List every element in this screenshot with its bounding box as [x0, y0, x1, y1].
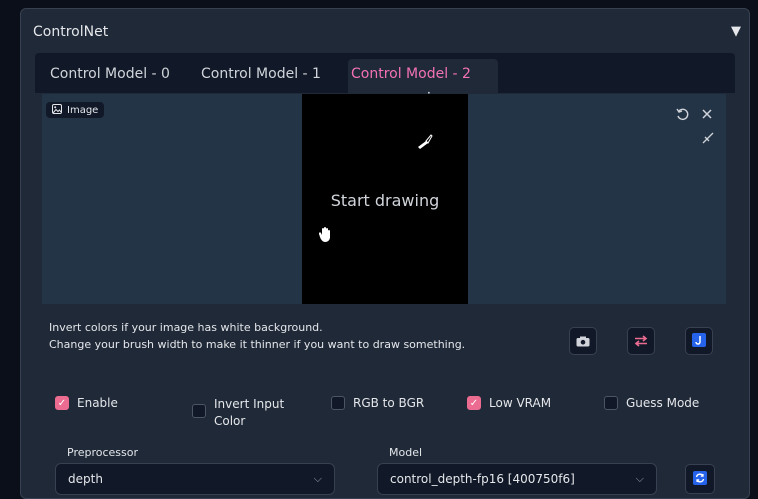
panel-title[interactable]: ControlNet — [33, 24, 108, 40]
low-vram-check-icon: ✓ — [467, 396, 481, 410]
info-line-2: Change your brush width to make it thinn… — [49, 338, 466, 351]
info-text: Invert colors if your image has white ba… — [49, 319, 465, 353]
close-icon[interactable] — [701, 108, 713, 124]
arrow-icon — [692, 332, 706, 351]
enable-label: Enable — [77, 396, 118, 410]
enable-checkbox[interactable]: ✓ Enable — [55, 396, 118, 410]
hand-icon — [318, 226, 333, 246]
model-label: Model — [389, 446, 423, 459]
refresh-icon — [693, 470, 707, 489]
rgb-to-bgr-label: RGB to BGR — [353, 396, 425, 410]
image-icon — [52, 103, 62, 117]
brush-settings-icon[interactable] — [702, 132, 714, 148]
guess-mode-check-icon — [604, 396, 618, 410]
preprocessor-select[interactable]: depth ⌵ — [55, 463, 335, 495]
rgb-to-bgr-checkbox[interactable]: RGB to BGR — [331, 396, 424, 410]
image-input[interactable]: Image · Start drawing — [42, 86, 726, 304]
swap-button[interactable] — [627, 327, 655, 355]
low-vram-checkbox[interactable]: ✓ Low VRAM — [467, 396, 551, 410]
preprocessor-label: Preprocessor — [67, 446, 139, 459]
collapse-icon[interactable]: ▼ — [731, 24, 741, 39]
preprocessor-value: depth — [68, 472, 103, 486]
chevron-down-icon: ⌵ — [313, 472, 322, 485]
image-badge-label: Image — [67, 104, 99, 116]
invert-check-icon — [192, 404, 206, 418]
invert-input-color-checkbox[interactable]: Invert Input Color — [192, 396, 294, 430]
refresh-models-button[interactable] — [685, 464, 715, 494]
start-drawing-text: Start drawing — [330, 191, 440, 210]
chevron-down-icon: ⌵ — [635, 472, 644, 485]
swap-arrows-icon — [634, 332, 648, 351]
tab-control-model-1[interactable]: Control Model - 1 — [201, 66, 321, 82]
rgb-check-icon — [331, 396, 345, 410]
tab-control-model-0[interactable]: Control Model - 0 — [50, 66, 170, 82]
tab-control-model-2[interactable]: Control Model - 2 — [351, 66, 471, 82]
camera-icon — [576, 332, 590, 351]
brush-size-dot-icon: · — [427, 86, 431, 100]
brush-icon — [416, 132, 434, 154]
enable-check-icon: ✓ — [55, 396, 69, 410]
image-badge: Image — [46, 102, 105, 118]
camera-button[interactable] — [569, 327, 597, 355]
send-dimensions-button[interactable] — [685, 327, 713, 355]
tab-bar: Control Model - 0 Control Model - 1 Cont… — [35, 53, 735, 93]
controlnet-panel: ControlNet ▼ Control Model - 0 Control M… — [20, 8, 750, 499]
drawing-canvas[interactable]: · Start drawing — [302, 86, 468, 304]
invert-input-color-label: Invert Input Color — [214, 397, 285, 428]
guess-mode-label: Guess Mode — [626, 396, 700, 410]
guess-mode-checkbox[interactable]: Guess Mode — [604, 396, 699, 410]
undo-icon[interactable] — [676, 108, 689, 125]
low-vram-label: Low VRAM — [489, 396, 552, 410]
model-select[interactable]: control_depth-fp16 [400750f6] ⌵ — [377, 463, 657, 495]
model-value: control_depth-fp16 [400750f6] — [390, 472, 575, 486]
info-line-1: Invert colors if your image has white ba… — [49, 321, 323, 334]
